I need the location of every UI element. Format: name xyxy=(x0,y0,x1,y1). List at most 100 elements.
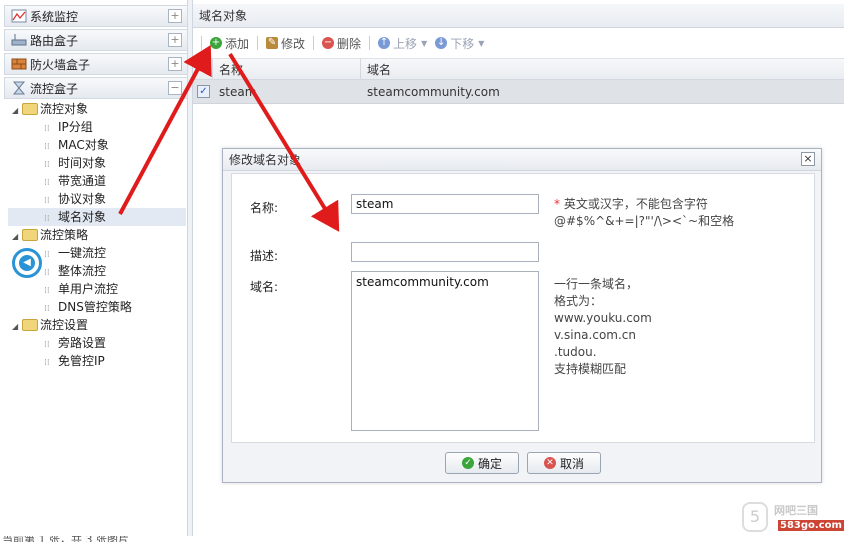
tree-folder-flow-settings[interactable]: ◢ 流控设置 xyxy=(12,316,88,334)
panel-title: 域名对象 xyxy=(193,4,844,28)
move-down-label: 下移 xyxy=(450,36,475,51)
edit-button[interactable]: ✎ 修改 xyxy=(266,35,305,52)
tree-item-label: 旁路设置 xyxy=(58,336,107,350)
cell-domain: steamcommunity.com xyxy=(367,85,500,99)
tree-item-domain-objects[interactable]: ⁞⁞ 域名对象 xyxy=(8,208,186,226)
row-checkbox[interactable]: ✓ xyxy=(197,85,210,98)
domain-hint-line: 一行一条域名， xyxy=(554,277,639,291)
delete-icon: − xyxy=(322,37,335,49)
collapse-icon[interactable]: − xyxy=(168,81,182,95)
domain-hint-line: .tudou. xyxy=(554,345,597,359)
tree-item-label: 域名对象 xyxy=(58,210,107,224)
ok-button[interactable]: ✓ 确定 xyxy=(445,452,519,474)
folder-icon xyxy=(22,229,38,241)
tree-item-label: 单用户流控 xyxy=(58,282,119,296)
grid-header-domain[interactable]: 域名 xyxy=(361,59,844,81)
tree-item-dns-policy[interactable]: ⁞⁞ DNS管控策略 xyxy=(44,298,132,316)
watermark-logo: 5 网吧三国 583go.com xyxy=(740,500,844,536)
expand-icon[interactable]: + xyxy=(168,33,182,47)
expand-icon[interactable]: + xyxy=(168,57,182,71)
add-button[interactable]: + 添加 xyxy=(210,35,249,52)
ok-label: 确定 xyxy=(477,456,502,471)
cancel-button[interactable]: ✕ 取消 xyxy=(527,452,601,474)
move-down-button[interactable]: ↓ 下移 ▼ xyxy=(435,35,484,52)
delete-label: 删除 xyxy=(337,36,362,51)
tree-item-label: 一键流控 xyxy=(58,246,107,260)
edit-label: 修改 xyxy=(281,36,306,51)
sidebar-section-label: 路由盒子 xyxy=(30,33,79,48)
tree-folder-flow-policy[interactable]: ◢ 流控策略 xyxy=(12,226,88,244)
folder-icon xyxy=(22,103,38,115)
sidebar-section-label: 防火墙盒子 xyxy=(30,57,91,72)
expanded-triangle-icon[interactable]: ◢ xyxy=(12,228,22,246)
name-input[interactable]: steam xyxy=(351,194,539,214)
grid-header-check xyxy=(193,59,213,81)
chart-icon xyxy=(11,9,27,23)
toolbar-divider xyxy=(313,36,315,50)
edit-icon: ✎ xyxy=(266,37,279,49)
tree-item-one-key[interactable]: ⁞⁞ 一键流控 xyxy=(44,244,106,262)
sidebar-section-router[interactable]: 路由盒子 + xyxy=(4,29,188,51)
tree-folder-label: 流控设置 xyxy=(40,318,89,332)
cancel-icon: ✕ xyxy=(543,457,556,469)
tree-item-mac[interactable]: ⁞⁞ MAC对象 xyxy=(44,136,109,154)
close-icon[interactable]: × xyxy=(801,152,815,166)
move-up-button[interactable]: ↑ 上移 ▼ xyxy=(378,35,427,52)
tree-item-label: MAC对象 xyxy=(58,138,109,152)
tree-item-label: DNS管控策略 xyxy=(58,300,132,314)
move-up-label: 上移 xyxy=(393,36,418,51)
app-window: 系统监控 + 路由盒子 + 防火墙盒子 + 流控盒子 − ◢ 流控对象 ⁞⁞ IP分… xyxy=(0,0,844,542)
expanded-triangle-icon[interactable]: ◢ xyxy=(12,318,22,336)
domain-label: 域名: xyxy=(250,280,279,294)
tree-item-overall[interactable]: ⁞⁞ 整体流控 xyxy=(44,262,106,280)
arrow-down-icon: ↓ xyxy=(435,37,448,49)
name-hint-line1: * 英文或汉字，不能包含字符 xyxy=(554,196,708,213)
sidebar-section-firewall[interactable]: 防火墙盒子 + xyxy=(4,53,188,75)
tree-item-exempt-ip[interactable]: ⁞⁞ 免管控IP xyxy=(44,352,105,370)
sidebar-section-flow-control[interactable]: 流控盒子 − xyxy=(4,77,188,99)
grid-header-name[interactable]: 名称 xyxy=(213,59,361,81)
add-icon: + xyxy=(210,37,222,49)
dialog-buttons: ✓ 确定 ✕ 取消 xyxy=(223,449,821,479)
cell-name: steam xyxy=(219,85,257,99)
edit-domain-dialog: 修改域名对象 × 名称: steam * 英文或汉字，不能包含字符 @#$%^&… xyxy=(222,148,822,483)
expand-icon[interactable]: + xyxy=(168,9,182,23)
toolbar: + 添加 ✎ 修改 − 删除 ↑ 上移 ▼ ↓ 下移 ▼ xyxy=(193,30,844,56)
domain-hint-line: v.sina.com.cn xyxy=(554,328,636,342)
tree-item-single-user[interactable]: ⁞⁞ 单用户流控 xyxy=(44,280,118,298)
tree-item-label: 时间对象 xyxy=(58,156,107,170)
tree-folder-label: 流控对象 xyxy=(40,102,89,116)
router-icon xyxy=(11,33,27,47)
dialog-form: 名称: steam * 英文或汉字，不能包含字符 @#$%^&+=|?"'/\>… xyxy=(231,173,815,443)
dropdown-caret-icon: ▼ xyxy=(478,38,485,48)
tree-item-time[interactable]: ⁞⁞ 时间对象 xyxy=(44,154,106,172)
tree-item-bypass[interactable]: ⁞⁞ 旁路设置 xyxy=(44,334,106,352)
hourglass-icon xyxy=(11,81,27,95)
name-hint-line2: @#$%^&+=|?"'/\><`~和空格 xyxy=(554,214,735,228)
dropdown-caret-icon: ▼ xyxy=(421,38,428,48)
toolbar-divider xyxy=(369,36,371,50)
tree-item-protocol[interactable]: ⁞⁞ 协议对象 xyxy=(44,190,106,208)
tree-item-label: 免管控IP xyxy=(58,354,105,368)
arrow-up-icon: ↑ xyxy=(378,37,391,49)
description-input[interactable] xyxy=(351,242,539,262)
required-mark: * xyxy=(554,197,560,211)
tree-item-label: IP分组 xyxy=(58,120,93,134)
tree-folder-flow-objects[interactable]: ◢ 流控对象 xyxy=(12,100,88,118)
back-arrow-icon[interactable]: ◀ xyxy=(12,248,42,278)
add-label: 添加 xyxy=(225,36,250,51)
cancel-label: 取消 xyxy=(559,456,584,471)
domain-hint-line: www.youku.com xyxy=(554,311,652,325)
sidebar-section-system-monitor[interactable]: 系统监控 + xyxy=(4,5,188,27)
tree-folder-label: 流控策略 xyxy=(40,228,89,242)
domain-textarea[interactable]: steamcommunity.com xyxy=(351,271,539,431)
tree-item-bandwidth[interactable]: ⁞⁞ 带宽通道 xyxy=(44,172,106,190)
watermark-url: 583go.com xyxy=(778,520,844,531)
expanded-triangle-icon[interactable]: ◢ xyxy=(12,102,22,120)
table-row[interactable]: ✓ steam steamcommunity.com xyxy=(193,80,844,104)
delete-button[interactable]: − 删除 xyxy=(322,35,361,52)
status-text: 当前第 1 张，共 3 张图片 xyxy=(2,536,129,542)
domain-hint-line: 格式为： xyxy=(554,294,603,308)
tree-item-ip-group[interactable]: ⁞⁞ IP分组 xyxy=(44,118,93,136)
leaf-icon: ⁞⁞ xyxy=(44,358,50,368)
